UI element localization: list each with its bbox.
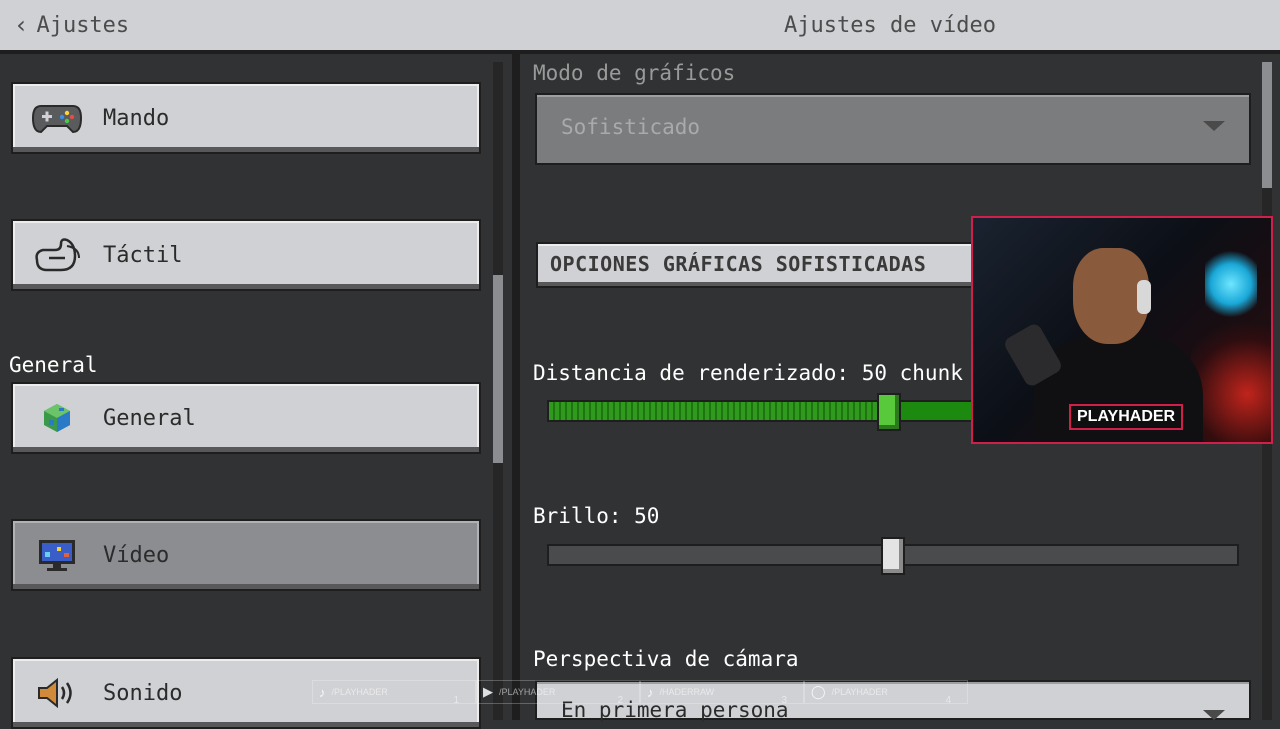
tiktok-icon: ♪	[647, 684, 654, 700]
panel-divider	[512, 54, 520, 720]
render-distance-label: Distancia de renderizado: 50 chunk	[533, 361, 963, 385]
webcam-light	[1205, 248, 1257, 320]
social-item: ♪ /HADERRAW 3	[640, 680, 804, 706]
social-index: 4	[945, 695, 951, 706]
fancy-graphics-options-label: OPCIONES GRÁFICAS SOFISTICADAS	[550, 252, 927, 276]
social-handle: /HADERRAW	[659, 687, 715, 697]
back-label: Ajustes	[36, 12, 130, 38]
chevron-down-icon	[1203, 710, 1225, 720]
speaker-icon	[31, 673, 83, 713]
sidebar-item-label: Sonido	[103, 680, 183, 706]
page-title: Ajustes de vídeo	[784, 12, 996, 38]
instagram-icon: ◯	[811, 684, 826, 699]
social-item: ♪ /PLAYHADER 1	[312, 680, 476, 706]
sidebar-item-label: General	[103, 405, 196, 431]
gamepad-icon	[31, 98, 83, 138]
sidebar-item-tactil[interactable]: Táctil	[11, 219, 481, 291]
sidebar-item-general[interactable]: General	[11, 382, 481, 454]
tiktok-icon: ♪	[319, 684, 326, 700]
back-button[interactable]: ‹ Ajustes	[14, 0, 129, 50]
sidebar-item-label: Vídeo	[103, 542, 170, 568]
settings-scrollbar-thumb[interactable]	[1262, 62, 1272, 188]
headphone-icon	[1137, 280, 1151, 314]
globe-icon	[31, 398, 83, 438]
graphics-mode-dropdown[interactable]: Sofisticado	[535, 93, 1251, 165]
webcam-overlay: PLAYHADER	[971, 216, 1273, 444]
social-index: 1	[453, 695, 459, 706]
sidebar-scrollbar-thumb[interactable]	[493, 275, 503, 463]
social-handle: /PLAYHADER	[499, 687, 556, 697]
top-bar: ‹ Ajustes Ajustes de vídeo	[0, 0, 1280, 54]
webcam-red-glow	[1191, 322, 1271, 442]
graphics-mode-value: Sofisticado	[561, 115, 701, 139]
sidebar-item-label: Táctil	[103, 242, 183, 268]
social-handle: /PLAYHADER	[831, 687, 888, 697]
chevron-down-icon	[1203, 121, 1225, 131]
social-handle: /PLAYHADER	[331, 687, 388, 697]
sidebar-item-video[interactable]: Vídeo	[11, 519, 481, 591]
brightness-slider-thumb[interactable]	[881, 537, 905, 575]
brightness-label: Brillo: 50	[533, 504, 660, 528]
social-index: 3	[781, 695, 787, 706]
render-distance-slider-thumb[interactable]	[877, 393, 901, 431]
social-links-bar: ♪ /PLAYHADER 1 ▶ /PLAYHADER 2 ♪ /HADERRA…	[312, 680, 968, 706]
sidebar-item-mando[interactable]: Mando	[11, 82, 481, 154]
social-index: 2	[617, 695, 623, 706]
streamer-name-badge: PLAYHADER	[1069, 404, 1184, 430]
touch-hand-icon	[31, 235, 83, 275]
social-item: ◯ /PLAYHADER 4	[804, 680, 968, 706]
camera-perspective-label: Perspectiva de cámara	[533, 647, 799, 671]
chevron-left-icon: ‹	[14, 11, 29, 39]
sidebar-item-label: Mando	[103, 105, 170, 131]
monitor-icon	[31, 535, 83, 575]
graphics-mode-label: Modo de gráficos	[533, 61, 736, 85]
section-title-general: General	[9, 353, 98, 377]
youtube-icon: ▶	[483, 684, 493, 699]
social-item: ▶ /PLAYHADER 2	[476, 680, 640, 706]
